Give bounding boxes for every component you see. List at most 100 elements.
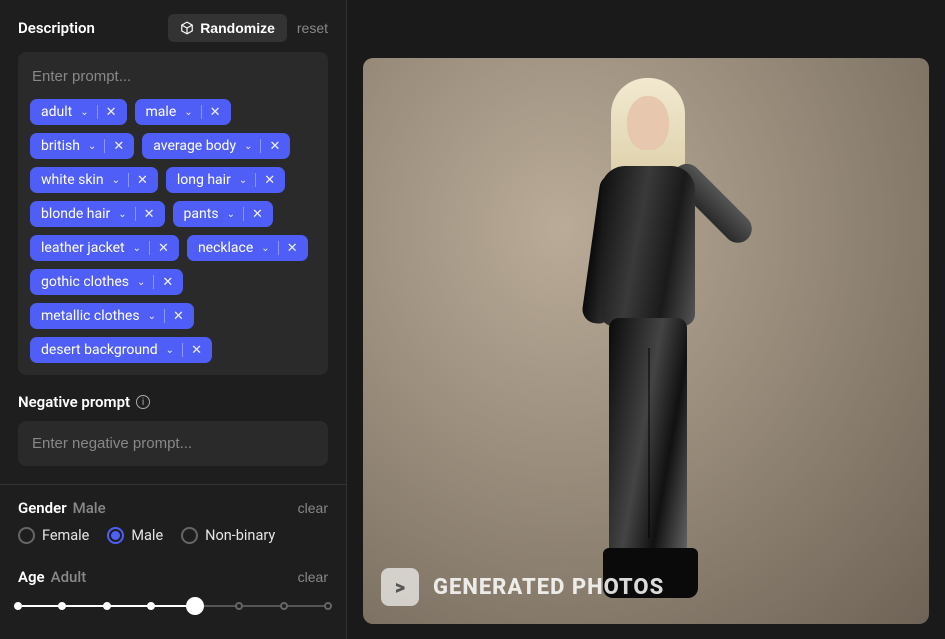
reset-button[interactable]: reset: [297, 20, 328, 36]
main-area: > GENERATED PHOTOS: [347, 0, 945, 639]
gender-value: Male: [73, 499, 106, 517]
tag[interactable]: british ⌄ ✕: [30, 133, 134, 159]
age-header: Age Adult clear: [18, 568, 328, 586]
chevron-down-icon[interactable]: ⌄: [259, 243, 271, 254]
chevron-down-icon[interactable]: ⌄: [116, 209, 128, 220]
generated-image: > GENERATED PHOTOS: [363, 58, 929, 624]
tag-label: desert background: [41, 342, 158, 358]
chevron-down-icon[interactable]: ⌄: [225, 209, 237, 220]
tag[interactable]: pants⌄✕: [173, 201, 273, 227]
slider-stop[interactable]: [103, 602, 111, 610]
slider-stop[interactable]: [324, 602, 332, 610]
randomize-button[interactable]: Randomize: [168, 14, 287, 42]
close-icon[interactable]: ✕: [160, 275, 175, 290]
watermark: > GENERATED PHOTOS: [381, 568, 664, 606]
info-icon[interactable]: i: [136, 395, 150, 409]
chevron-down-icon[interactable]: ⌄: [237, 175, 249, 186]
tag[interactable]: metallic clothes⌄✕: [30, 303, 194, 329]
close-icon[interactable]: ✕: [285, 241, 300, 256]
radio-label: Male: [131, 527, 163, 544]
tag-separator: [255, 173, 256, 187]
radio-male[interactable]: Male: [107, 527, 163, 544]
tag[interactable]: male⌄✕: [135, 99, 231, 125]
slider-thumb[interactable]: [186, 597, 204, 615]
tag[interactable]: white skin ⌄ ✕: [30, 167, 158, 193]
close-icon[interactable]: ✕: [111, 139, 126, 154]
gender-clear[interactable]: clear: [298, 500, 328, 516]
tag-separator: [104, 139, 105, 153]
negative-input[interactable]: [30, 425, 316, 462]
tag-label: adult: [41, 104, 72, 120]
tag-label: gothic clothes: [41, 274, 129, 290]
radio-label: Non-binary: [205, 527, 275, 544]
close-icon[interactable]: ✕: [250, 207, 265, 222]
chevron-down-icon[interactable]: ⌄: [242, 141, 254, 152]
negative-title: Negative prompt: [18, 393, 130, 411]
tag[interactable]: necklace ⌄ ✕: [187, 235, 308, 261]
tag-separator: [97, 105, 98, 119]
tag-label: leather jacket: [41, 240, 125, 256]
close-icon[interactable]: ✕: [189, 343, 204, 358]
close-icon[interactable]: ✕: [142, 207, 157, 222]
prompt-box: adult⌄✕male⌄✕british⌄✕average body⌄✕whit…: [18, 52, 328, 375]
chevron-down-icon[interactable]: ⌄: [86, 141, 98, 152]
description-section: Description Randomize reset adult⌄✕male⌄…: [0, 0, 346, 484]
tag[interactable]: gothic clothes ⌄ ✕: [30, 269, 183, 295]
tag[interactable]: blonde hair ⌄ ✕: [30, 201, 165, 227]
tag[interactable]: average body ⌄ ✕: [142, 133, 290, 159]
tag-label: necklace: [198, 240, 253, 256]
close-icon[interactable]: ✕: [267, 139, 282, 154]
figure-illustration: [563, 78, 733, 598]
tag-label: british: [41, 138, 80, 154]
tag-separator: [135, 207, 136, 221]
chevron-down-icon[interactable]: ⌄: [131, 243, 143, 254]
gender-label: Gender: [18, 499, 67, 517]
gender-radios: Female Male Non-binary: [18, 527, 328, 544]
prompt-input[interactable]: [30, 64, 316, 99]
age-clear[interactable]: clear: [298, 569, 328, 585]
slider-stop[interactable]: [280, 602, 288, 610]
close-icon[interactable]: ✕: [135, 173, 150, 188]
close-icon[interactable]: ✕: [104, 105, 119, 120]
randomize-label: Randomize: [200, 20, 275, 36]
close-icon[interactable]: ✕: [171, 309, 186, 324]
radio-non-binary[interactable]: Non-binary: [181, 527, 275, 544]
slider-stop[interactable]: [147, 602, 155, 610]
chevron-down-icon[interactable]: ⌄: [110, 175, 122, 186]
gender-section: Gender Male clear Female Male Non-binary: [0, 484, 346, 562]
watermark-badge: >: [381, 568, 419, 606]
close-icon[interactable]: ✕: [262, 173, 277, 188]
chevron-down-icon[interactable]: ⌄: [135, 277, 147, 288]
radio-label: Female: [42, 527, 89, 544]
tag-separator: [153, 275, 154, 289]
age-label-group: Age Adult: [18, 568, 86, 586]
slider-stop[interactable]: [235, 602, 243, 610]
tag-label: average body: [153, 138, 236, 154]
slider-stop[interactable]: [14, 602, 22, 610]
tag-label: white skin: [41, 172, 104, 188]
tag[interactable]: adult ⌄ ✕: [30, 99, 127, 125]
chevron-down-icon[interactable]: ⌄: [164, 345, 176, 356]
close-icon[interactable]: ✕: [208, 105, 223, 120]
tag-separator: [243, 207, 244, 221]
cube-icon: [180, 21, 194, 35]
radio-icon: [107, 527, 124, 544]
close-icon[interactable]: ✕: [156, 241, 171, 256]
gender-header: Gender Male clear: [18, 499, 328, 517]
description-header: Description Randomize reset: [18, 14, 328, 42]
age-slider[interactable]: [18, 596, 328, 616]
age-section: Age Adult clear: [0, 562, 346, 634]
chevron-down-icon[interactable]: ⌄: [78, 107, 90, 118]
watermark-text: GENERATED PHOTOS: [433, 575, 664, 600]
tag[interactable]: long hair⌄✕: [166, 167, 285, 193]
tag-separator: [149, 241, 150, 255]
tag-separator: [128, 173, 129, 187]
age-label: Age: [18, 568, 45, 586]
chevron-down-icon[interactable]: ⌄: [146, 311, 158, 322]
radio-female[interactable]: Female: [18, 527, 89, 544]
tag[interactable]: desert background ⌄ ✕: [30, 337, 212, 363]
chevron-down-icon[interactable]: ⌄: [182, 107, 194, 118]
tag-label: blonde hair: [41, 206, 110, 222]
slider-stop[interactable]: [58, 602, 66, 610]
tag[interactable]: leather jacket ⌄ ✕: [30, 235, 179, 261]
